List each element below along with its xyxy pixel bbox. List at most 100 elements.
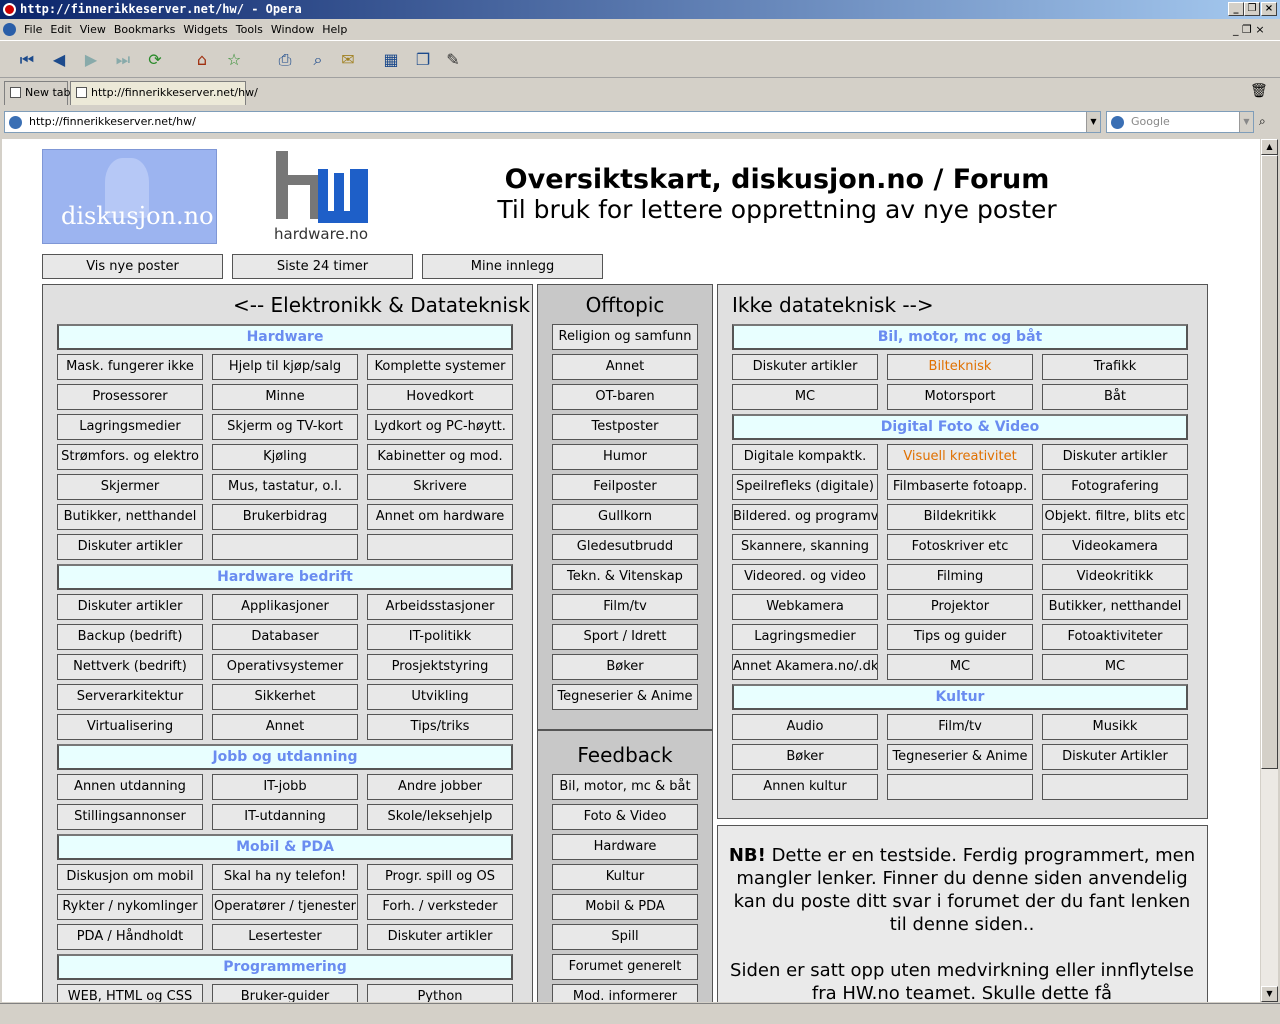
forum-button-pda-håndholdt[interactable]: PDA / Håndholdt [57,924,203,950]
forum-button-virtualisering[interactable]: Virtualisering [57,714,203,740]
forum-button-diskuter-artikler[interactable]: Diskuter artikler [367,924,513,950]
top-button-siste-24-timer[interactable]: Siste 24 timer [232,254,413,279]
forum-button-tegneserier-anime[interactable]: Tegneserier & Anime [887,744,1033,770]
offtopic-testposter[interactable]: Testposter [552,414,698,440]
forum-button-diskuter-artikler[interactable]: Diskuter artikler [57,594,203,620]
forum-button-kabinetter-og-mod[interactable]: Kabinetter og mod. [367,444,513,470]
forum-button-operativsystemer[interactable]: Operativsystemer [212,654,358,680]
zoom-icon[interactable]: ⌕ [306,49,330,71]
forum-button-komplette-systemer[interactable]: Komplette systemer [367,354,513,380]
search-icon[interactable]: ⌕ [1259,114,1266,129]
forum-button-fotografering[interactable]: Fotografering [1042,474,1188,500]
forum-button-trafikk[interactable]: Trafikk [1042,354,1188,380]
forum-button-visuell-kreativitet[interactable]: Visuell kreativitet [887,444,1033,470]
page-menu-icon[interactable] [3,23,16,36]
offtopic-humor[interactable]: Humor [552,444,698,470]
feedback-bil-motor-mc-båt[interactable]: Bil, motor, mc & båt [552,774,698,800]
forum-button-prosjektstyring[interactable]: Prosjektstyring [367,654,513,680]
forum-button-mask-fungerer-ikke[interactable]: Mask. fungerer ikke [57,354,203,380]
forum-button-skal-ha-ny-telefon[interactable]: Skal ha ny telefon! [212,864,358,890]
forum-button-bildekritikk[interactable]: Bildekritikk [887,504,1033,530]
panels-icon[interactable]: ▦ [379,49,403,71]
forum-button-it-utdanning[interactable]: IT-utdanning [212,804,358,830]
forum-button-minne[interactable]: Minne [212,384,358,410]
forum-button-mc[interactable]: MC [887,654,1033,680]
forum-button-butikker-netthandel[interactable]: Butikker, netthandel [57,504,203,530]
forum-button-andre-jobber[interactable]: Andre jobber [367,774,513,800]
forum-button-skannere-skanning[interactable]: Skannere, skanning [732,534,878,560]
offtopic-annet[interactable]: Annet [552,354,698,380]
forum-button-rykter-nykomlinger[interactable]: Rykter / nykomlinger [57,894,203,920]
forum-button-databaser[interactable]: Databaser [212,624,358,650]
forum-button-lesertester[interactable]: Lesertester [212,924,358,950]
forum-button-annen-utdanning[interactable]: Annen utdanning [57,774,203,800]
hardware-logo[interactable]: hardware.no [272,149,372,244]
forum-button-progr-spill-og-os[interactable]: Progr. spill og OS [367,864,513,890]
forum-button-nettverk-bedrift[interactable]: Nettverk (bedrift) [57,654,203,680]
forum-button-skjerm-og-tv-kort[interactable]: Skjerm og TV-kort [212,414,358,440]
diskusjon-logo[interactable]: diskusjon.no [42,149,217,244]
search-dropdown-icon[interactable]: ▼ [1239,112,1253,132]
forum-button-fotoskriver-etc[interactable]: Fotoskriver etc [887,534,1033,560]
feedback-hardware[interactable]: Hardware [552,834,698,860]
forum-button-kjøling[interactable]: Kjøling [212,444,358,470]
offtopic-film-tv[interactable]: Film/tv [552,594,698,620]
offtopic-gledesutbrudd[interactable]: Gledesutbrudd [552,534,698,560]
forum-button-digitale-kompaktk[interactable]: Digitale kompaktk. [732,444,878,470]
forum-button-annet[interactable]: Annet [212,714,358,740]
home-icon[interactable]: ⌂ [190,49,214,71]
forum-button-empty[interactable] [367,534,513,560]
back-icon[interactable]: ◀ [47,49,71,71]
forum-button-serverarkitektur[interactable]: Serverarkitektur [57,684,203,710]
forum-button-skole-leksehjelp[interactable]: Skole/leksehjelp [367,804,513,830]
scroll-up-icon[interactable]: ▲ [1261,139,1278,155]
feedback-mobil-pda[interactable]: Mobil & PDA [552,894,698,920]
forum-button-mc[interactable]: MC [732,384,878,410]
forum-button-applikasjoner[interactable]: Applikasjoner [212,594,358,620]
forum-button-webkamera[interactable]: Webkamera [732,594,878,620]
forum-button-bilteknisk[interactable]: Bilteknisk [887,354,1033,380]
forum-button-mc[interactable]: MC [1042,654,1188,680]
forum-button-diskuter-artikler[interactable]: Diskuter artikler [1042,444,1188,470]
forum-button-sikkerhet[interactable]: Sikkerhet [212,684,358,710]
forum-button-lagringsmedier[interactable]: Lagringsmedier [732,624,878,650]
forum-button-annen-kultur[interactable]: Annen kultur [732,774,878,800]
tab-active[interactable]: http://finnerikkeserver.net/hw/ [70,81,258,105]
forum-button-butikker-netthandel[interactable]: Butikker, netthandel [1042,594,1188,620]
forum-button-operatører-tjenester[interactable]: Operatører / tjenester [212,894,358,920]
maximize-icon[interactable]: ❐ [1244,2,1260,16]
scroll-thumb[interactable] [1261,155,1278,769]
forum-button-bruker-guider[interactable]: Bruker-guider [212,984,358,1002]
address-dropdown-icon[interactable]: ▼ [1086,112,1100,132]
forum-button-filming[interactable]: Filming [887,564,1033,590]
forum-button-hjelp-til-kjøp-salg[interactable]: Hjelp til kjøp/salg [212,354,358,380]
forum-button-diskusjon-om-mobil[interactable]: Diskusjon om mobil [57,864,203,890]
forum-button-motorsport[interactable]: Motorsport [887,384,1033,410]
forum-button-projektor[interactable]: Projektor [887,594,1033,620]
forum-button-diskuter-artikler[interactable]: Diskuter Artikler [1042,744,1188,770]
chat-icon[interactable]: ✉ [336,49,360,71]
forum-button-hovedkort[interactable]: Hovedkort [367,384,513,410]
forum-button-arbeidsstasjoner[interactable]: Arbeidsstasjoner [367,594,513,620]
forum-button-tips-triks[interactable]: Tips/triks [367,714,513,740]
forum-button-prosessorer[interactable]: Prosessorer [57,384,203,410]
top-button-vis-nye-poster[interactable]: Vis nye poster [42,254,223,279]
forum-button-diskuter-artikler[interactable]: Diskuter artikler [732,354,878,380]
forum-button-utvikling[interactable]: Utvikling [367,684,513,710]
offtopic-tekn-vitenskap[interactable]: Tekn. & Vitenskap [552,564,698,590]
forum-button-backup-bedrift[interactable]: Backup (bedrift) [57,624,203,650]
forum-button-brukerbidrag[interactable]: Brukerbidrag [212,504,358,530]
forum-button-mus-tastatur-o-l[interactable]: Mus, tastatur, o.l. [212,474,358,500]
forum-button-videored-og-video[interactable]: Videored. og video [732,564,878,590]
forum-button-empty[interactable] [887,774,1033,800]
rewind-icon[interactable]: ⏮ [15,49,39,71]
forward-icon[interactable]: ▶ [79,49,103,71]
forum-button-objekt-filtre-blits-etc[interactable]: Objekt. filtre, blits etc [1042,504,1188,530]
forum-button-skrivere[interactable]: Skrivere [367,474,513,500]
feedback-spill[interactable]: Spill [552,924,698,950]
menu-tools[interactable]: Tools [236,23,263,36]
offtopic-gullkorn[interactable]: Gullkorn [552,504,698,530]
forum-button-film-tv[interactable]: Film/tv [887,714,1033,740]
notes-icon[interactable]: ✎ [441,49,465,71]
fast-forward-icon[interactable]: ⏭ [111,49,135,71]
